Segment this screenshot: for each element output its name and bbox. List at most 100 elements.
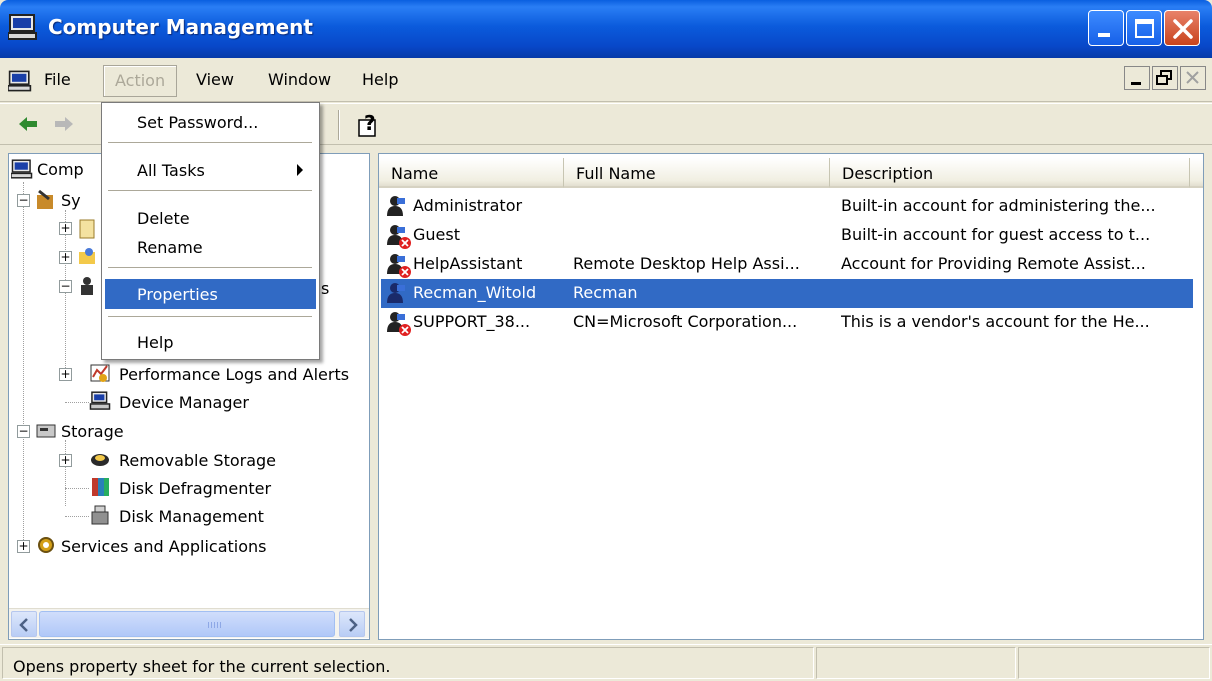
submenu-arrow-icon xyxy=(297,164,303,176)
user-name: Recman_Witold xyxy=(413,283,537,302)
tree-disk-management-label[interactable]: Disk Management xyxy=(119,507,264,526)
chevron-left-icon xyxy=(19,618,28,632)
expander-system-tools[interactable]: − xyxy=(17,194,30,207)
user-name: SUPPORT_38... xyxy=(413,312,531,331)
user-name: Guest xyxy=(413,225,460,244)
expander-event-viewer[interactable]: + xyxy=(59,222,72,235)
mdi-controls xyxy=(1124,66,1206,90)
menu-window[interactable]: Window xyxy=(268,70,331,89)
user-icon xyxy=(387,225,411,249)
table-row[interactable]: Guest Built-in account for guest access t… xyxy=(381,221,1193,250)
table-row[interactable]: Administrator Built-in account for admini… xyxy=(381,192,1193,221)
menu-item-set-password[interactable]: Set Password... xyxy=(105,107,316,137)
expander-services[interactable]: + xyxy=(17,540,30,553)
menu-view[interactable]: View xyxy=(196,70,234,89)
chevron-right-icon xyxy=(349,618,358,632)
user-full-name: Recman xyxy=(573,283,638,302)
user-full-name: CN=Microsoft Corporation... xyxy=(573,312,798,331)
back-arrow-icon[interactable] xyxy=(16,112,40,136)
disk-defragmenter-icon xyxy=(92,478,109,496)
user-description: Built-in account for guest access to t..… xyxy=(841,225,1151,244)
svg-text:?: ? xyxy=(364,112,376,135)
status-section-2 xyxy=(816,647,1016,679)
expander-local-users[interactable]: − xyxy=(59,280,72,293)
expander-performance[interactable]: + xyxy=(59,368,72,381)
table-row[interactable]: Recman_Witold Recman xyxy=(381,279,1193,308)
scroll-thumb[interactable] xyxy=(39,611,335,637)
menu-help[interactable]: Help xyxy=(362,70,398,89)
menu-item-all-tasks-label: All Tasks xyxy=(137,161,205,180)
expander-removable-storage[interactable]: + xyxy=(59,454,72,467)
user-icon xyxy=(387,196,405,216)
help-icon[interactable]: ? xyxy=(356,112,382,138)
user-description: Built-in account for administering the..… xyxy=(841,196,1156,215)
user-description: Account for Providing Remote Assist... xyxy=(841,254,1146,273)
menu-item-properties[interactable]: Properties xyxy=(105,279,316,309)
tree-local-users-label-tail[interactable]: s xyxy=(321,279,329,298)
mdi-restore-button[interactable] xyxy=(1152,66,1178,90)
expander-storage[interactable]: − xyxy=(17,425,30,438)
tree-root-label[interactable]: Comp xyxy=(37,160,84,179)
computer-icon xyxy=(11,159,33,179)
local-users-icon xyxy=(81,277,93,295)
device-manager-icon xyxy=(89,391,111,410)
status-bar: Opens property sheet for the current sel… xyxy=(0,644,1212,681)
maximize-icon xyxy=(1135,19,1154,38)
event-viewer-icon xyxy=(79,219,95,239)
window-title: Computer Management xyxy=(48,15,313,39)
user-description: This is a vendor's account for the He... xyxy=(841,312,1150,331)
expander-shared-folders[interactable]: + xyxy=(59,251,72,264)
disk-management-icon xyxy=(91,505,109,525)
computer-management-icon xyxy=(8,14,37,40)
services-applications-icon xyxy=(38,537,54,553)
scroll-left-button[interactable] xyxy=(11,611,37,637)
tree-disk-defragmenter-label[interactable]: Disk Defragmenter xyxy=(119,479,271,498)
forward-arrow-icon[interactable] xyxy=(52,112,76,136)
tree-system-tools-label[interactable]: Sy xyxy=(61,191,81,210)
system-tools-icon xyxy=(37,189,53,209)
menu-file[interactable]: File xyxy=(44,70,71,89)
toolbar-separator xyxy=(338,110,340,140)
tree-performance-label[interactable]: Performance Logs and Alerts xyxy=(119,365,349,384)
shared-folders-icon xyxy=(79,248,95,264)
computer-icon[interactable] xyxy=(8,70,32,92)
table-row[interactable]: SUPPORT_38... CN=Microsoft Corporation...… xyxy=(381,308,1193,337)
performance-logs-icon xyxy=(90,364,110,382)
user-name: Administrator xyxy=(413,196,523,215)
storage-icon xyxy=(36,424,56,438)
scroll-right-button[interactable] xyxy=(339,611,365,637)
column-header-full-name[interactable]: Full Name xyxy=(564,158,830,188)
removable-storage-icon xyxy=(91,454,109,466)
tree-device-manager-label[interactable]: Device Manager xyxy=(119,393,249,412)
user-icon xyxy=(387,254,411,278)
tree-horizontal-scrollbar[interactable] xyxy=(9,608,369,638)
menu-item-help[interactable]: Help xyxy=(105,327,316,357)
tree-storage-label[interactable]: Storage xyxy=(61,422,124,441)
column-header-name[interactable]: Name xyxy=(379,158,564,188)
column-header-description[interactable]: Description xyxy=(830,158,1190,188)
user-name: HelpAssistant xyxy=(413,254,523,273)
user-icon xyxy=(387,312,411,336)
status-message: Opens property sheet for the current sel… xyxy=(13,657,391,676)
maximize-button[interactable] xyxy=(1126,10,1162,46)
minimize-icon xyxy=(1098,33,1110,37)
action-menu: Set Password... All Tasks Delete Rename … xyxy=(101,102,320,360)
title-bar: Computer Management xyxy=(0,0,1212,58)
close-icon xyxy=(1173,19,1193,39)
mdi-minimize-button[interactable] xyxy=(1124,66,1150,90)
menu-action[interactable]: Action xyxy=(103,65,178,97)
tree-removable-storage-label[interactable]: Removable Storage xyxy=(119,451,276,470)
status-section-3 xyxy=(1018,647,1210,679)
menu-item-rename[interactable]: Rename xyxy=(105,232,316,262)
menu-item-delete[interactable]: Delete xyxy=(105,203,316,233)
menu-item-all-tasks[interactable]: All Tasks xyxy=(105,155,316,185)
minimize-button[interactable] xyxy=(1088,10,1124,46)
table-row[interactable]: HelpAssistant Remote Desktop Help Assi...… xyxy=(381,250,1193,279)
user-full-name: Remote Desktop Help Assi... xyxy=(573,254,800,273)
column-header-filler xyxy=(1190,158,1203,188)
tree-services-label[interactable]: Services and Applications xyxy=(61,537,266,556)
menu-bar: File Action View Window Help xyxy=(0,58,1212,102)
close-button[interactable] xyxy=(1164,10,1200,46)
mdi-close-button[interactable] xyxy=(1180,66,1206,90)
list-pane[interactable]: Name Full Name Description Administrator… xyxy=(378,153,1204,640)
